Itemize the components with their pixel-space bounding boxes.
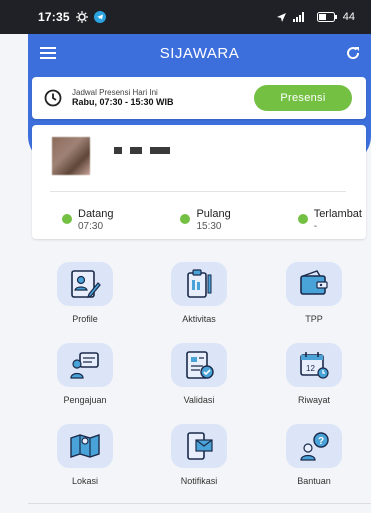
- refresh-button[interactable]: [335, 34, 371, 72]
- calendar-icon: 12: [300, 352, 329, 379]
- attendance-datang: Datang 07:30: [62, 208, 113, 232]
- menu-item-tpp[interactable]: TPP: [264, 262, 364, 324]
- schedule-label: Jadwal Presensi Hari Ini: [72, 88, 158, 98]
- menu-item-notifikasi[interactable]: Notifikasi: [149, 424, 249, 486]
- profile-card: Datang 07:30 Pulang 15:30 Terlambat -: [32, 125, 366, 239]
- refresh-icon: [347, 47, 360, 60]
- presensi-button[interactable]: Presensi: [254, 85, 352, 111]
- svg-text:?: ?: [318, 436, 324, 447]
- menu-item-validasi[interactable]: Validasi: [149, 343, 249, 405]
- app-bar: SIJAWARA: [28, 34, 371, 72]
- telegram-icon: [93, 11, 106, 23]
- menu-item-aktivitas[interactable]: Aktivitas: [149, 262, 249, 324]
- menu-item-bantuan[interactable]: ? Bantuan: [264, 424, 364, 486]
- menu-item-lokasi[interactable]: Lokasi: [35, 424, 135, 486]
- avatar[interactable]: [52, 137, 90, 175]
- location-arrow-icon: [276, 12, 286, 22]
- status-bar: 17:35 44: [0, 0, 371, 34]
- attendance-terlambat: Terlambat -: [297, 208, 362, 232]
- clock-icon: [44, 89, 62, 107]
- notification-icon: [187, 432, 213, 460]
- app-title: SIJAWARA: [159, 44, 240, 62]
- submission-icon: [70, 352, 99, 379]
- attendance-summary: Datang 07:30 Pulang 15:30 Terlambat -: [62, 208, 362, 232]
- menu-button[interactable]: [28, 34, 68, 72]
- validation-icon: [186, 351, 214, 379]
- signal-icon: [292, 12, 304, 22]
- presensi-card: Jadwal Presensi Hari Ini Rabu, 07:30 - 1…: [32, 77, 366, 119]
- menu-item-pengajuan[interactable]: Pengajuan: [35, 343, 135, 405]
- help-icon: ?: [300, 432, 329, 461]
- status-dot-icon: [180, 214, 191, 224]
- app-screen: 17:35 44 SIJAWARA Jadwal Presensi Hari I…: [0, 0, 371, 513]
- battery-level: 44: [342, 11, 355, 23]
- wallet-icon: [300, 270, 328, 295]
- menu-item-profile[interactable]: Profile: [35, 262, 135, 324]
- settings-icon: [75, 11, 88, 23]
- battery-icon: [316, 12, 337, 22]
- status-dot-icon: [62, 214, 72, 224]
- divider: [50, 191, 346, 192]
- map-icon: [70, 434, 100, 458]
- attendance-pulang: Pulang 15:30: [180, 208, 231, 232]
- divider: [28, 503, 371, 504]
- clipboard-icon: [187, 269, 212, 298]
- schedule-time: Rabu, 07:30 - 15:30 WIB: [72, 97, 174, 108]
- profile-icon: [71, 270, 101, 298]
- menu-item-riwayat[interactable]: 12 Riwayat: [264, 343, 364, 405]
- status-time: 17:35: [38, 10, 70, 24]
- hamburger-icon: [40, 47, 56, 59]
- status-dot-icon: [297, 214, 308, 224]
- svg-text:12: 12: [306, 364, 315, 373]
- user-name-redacted: [114, 147, 170, 154]
